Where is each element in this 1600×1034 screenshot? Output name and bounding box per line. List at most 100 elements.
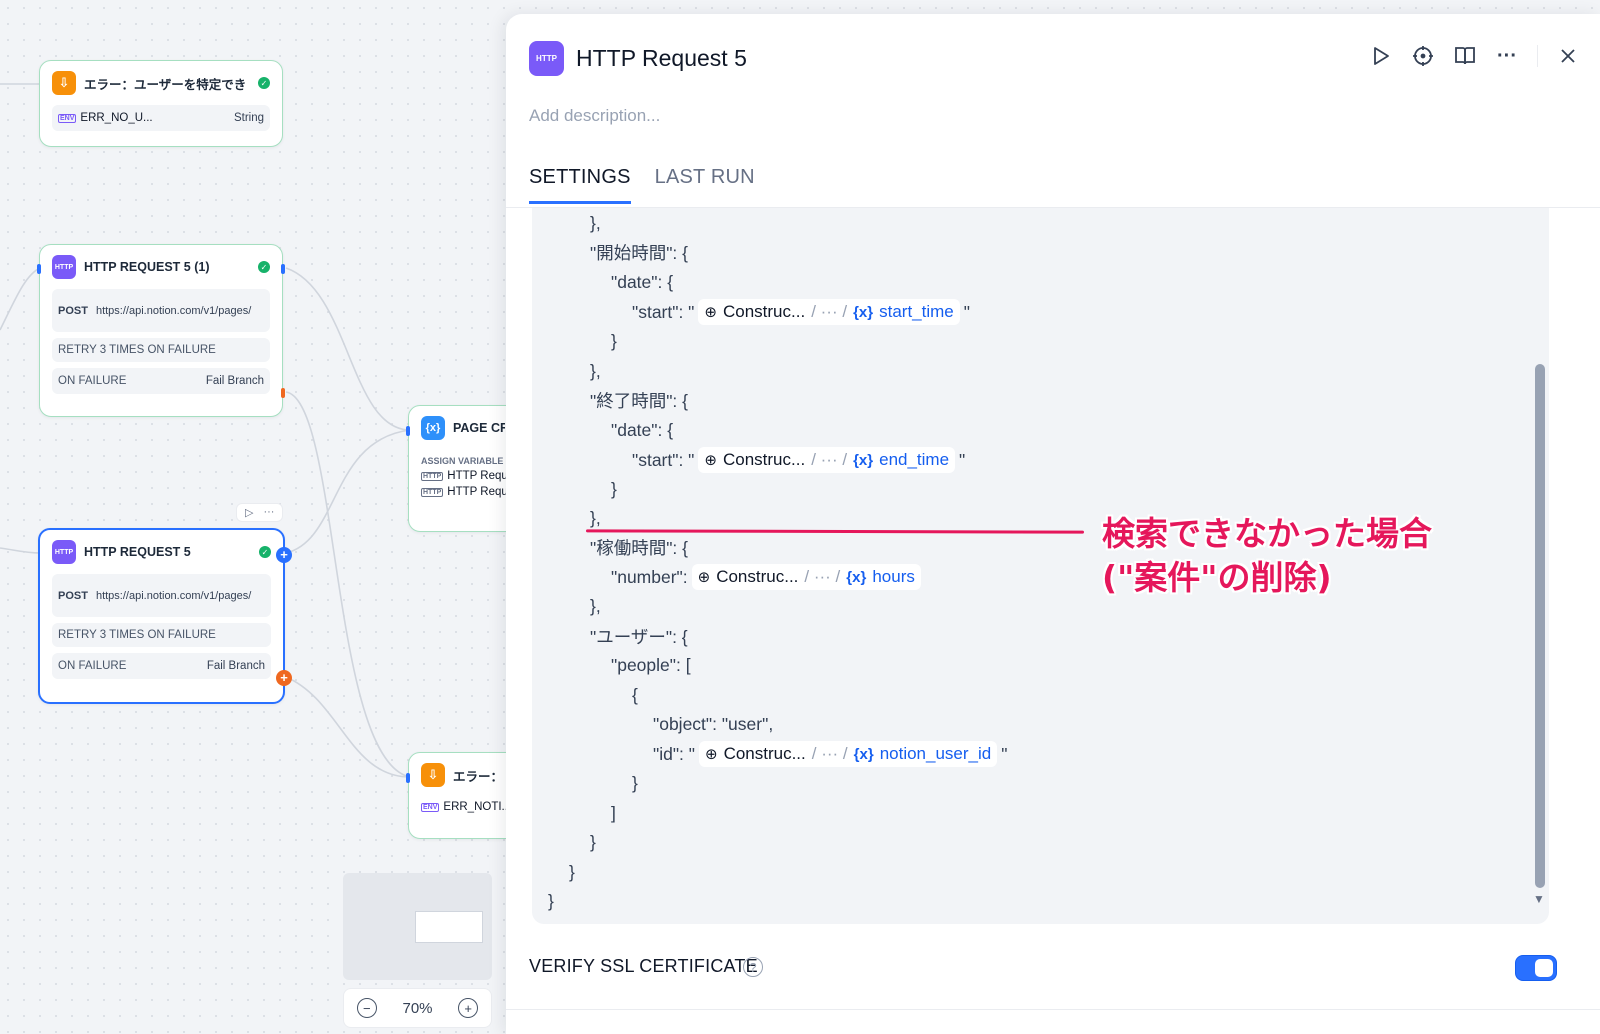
method-label: POST — [58, 589, 88, 602]
code-line: } — [569, 861, 575, 882]
code-line: } — [548, 890, 554, 911]
node-title: PAGE CR — [453, 421, 505, 435]
node-title: HTTP REQUEST 5 (1) — [84, 260, 210, 274]
on-failure-label: ON FAILURE — [58, 375, 127, 387]
editor-scrollbar[interactable] — [1535, 364, 1545, 888]
assigned-item: HTTP HTTP Requ — [421, 486, 508, 498]
pill-variable-name: start_time — [879, 302, 954, 321]
globe-icon: ⊕ — [697, 569, 711, 586]
more-options-icon[interactable]: ··· — [1495, 44, 1519, 68]
zoom-out-icon[interactable]: − — [356, 998, 377, 1018]
pill-node-name: Construc... — [722, 450, 806, 469]
http-request-5-node[interactable]: HTTP HTTP REQUEST 5 ✓ POST https://api.n… — [38, 528, 292, 704]
on-failure-row: ON FAILURE Fail Branch — [52, 368, 270, 394]
variable-reference-pill[interactable]: ⊕ Construc... / ··· / {x} start_time — [698, 299, 960, 325]
locate-node-icon[interactable] — [1411, 44, 1435, 68]
variable-icon: {x} — [853, 451, 874, 469]
code-text: " — [963, 301, 970, 322]
on-failure-value: Fail Branch — [206, 660, 265, 672]
pill-node-name: Construc... — [723, 744, 806, 763]
node-settings-panel: HTTP HTTP Request 5 ··· Add description.… — [506, 14, 1600, 1034]
close-icon[interactable] — [1556, 44, 1580, 68]
pill-node-name: Construc... — [722, 302, 806, 321]
scroll-down-icon[interactable]: ▼ — [1533, 892, 1545, 906]
code-line: "date": { — [611, 419, 674, 440]
description-input[interactable]: Add description... — [529, 106, 660, 126]
error-user-node[interactable]: ⇩ エラー：ユーザーを特定でき ✓ ENV ERR_NO_U... String — [39, 60, 283, 147]
input-handle[interactable] — [406, 426, 410, 436]
pill-variable-name: notion_user_id — [879, 744, 992, 763]
node-title: エラー：ユーザーを特定でき — [84, 77, 247, 92]
add-next-node-icon[interactable]: + — [276, 547, 292, 563]
variable-name: ERR_NO_U... — [80, 112, 153, 124]
minimap-viewport[interactable] — [415, 911, 483, 943]
code-line: "稼働時間": { — [590, 537, 688, 558]
code-text: "start": " — [632, 301, 695, 322]
error-notion-node[interactable]: ⇩ エラー： ENV ERR_NOTI... — [406, 752, 518, 839]
success-icon: ✓ — [259, 546, 271, 558]
code-line: "date": { — [611, 271, 674, 292]
more-icon[interactable]: ··· — [263, 506, 274, 519]
divider — [1537, 45, 1538, 67]
zoom-in-icon[interactable]: + — [458, 998, 479, 1018]
assign-variable-label: ASSIGN VARIABLE — [421, 456, 504, 466]
panel-title[interactable]: HTTP Request 5 — [576, 45, 747, 72]
tab-settings[interactable]: SETTINGS — [529, 166, 631, 204]
annotation-text: 検索できなかった場合 ("案件"の削除) — [1102, 514, 1432, 597]
tab-last-run[interactable]: LAST RUN — [655, 166, 755, 204]
globe-icon: ⊕ — [704, 452, 717, 469]
code-text: "number": — [611, 566, 688, 587]
pill-node-name: Construc... — [716, 567, 799, 586]
variable-icon: {x} — [853, 303, 874, 321]
zoom-level[interactable]: 70% — [402, 1000, 432, 1017]
page-create-node[interactable]: {x} PAGE CR ASSIGN VARIABLE HTTP HTTP Re… — [406, 405, 518, 532]
fail-branch-handle[interactable] — [281, 388, 285, 398]
success-icon: ✓ — [258, 261, 270, 273]
panel-actions: ··· — [1369, 44, 1580, 68]
variable-reference-pill[interactable]: ⊕ Construc... / ··· / {x} notion_user_id — [698, 741, 998, 767]
code-line: }, — [590, 212, 601, 233]
code-text: "id": " — [653, 743, 695, 764]
code-line: }, — [590, 595, 601, 616]
method-label: POST — [58, 304, 88, 317]
verify-ssl-toggle[interactable] — [1516, 956, 1556, 980]
variable-reference-pill[interactable]: ⊕ Construc... / ··· / {x} hours — [691, 564, 921, 590]
variable-icon: {x} — [853, 745, 874, 763]
minimap[interactable] — [343, 873, 492, 980]
pill-variable-name: hours — [872, 567, 915, 586]
run-node-icon[interactable]: ▷ — [245, 506, 253, 519]
code-line: } — [611, 330, 617, 351]
assigned-item: HTTP HTTP Requ — [421, 470, 508, 482]
variable-icon: {x} — [846, 568, 867, 586]
retry-text: RETRY 3 TIMES ON FAILURE — [58, 629, 216, 641]
code-line: { — [632, 684, 638, 705]
http-tag: HTTP — [421, 471, 444, 481]
input-handle[interactable] — [406, 773, 410, 783]
run-icon[interactable] — [1369, 44, 1393, 68]
item-label: HTTP Requ — [447, 470, 508, 482]
output-variable-row: ENV ERR_NOTI... — [421, 801, 511, 813]
node-mini-toolbar: ▷ ··· — [236, 503, 284, 522]
url-text: https://api.notion.com/v1/pages/ — [95, 589, 252, 602]
code-text: " — [959, 449, 966, 470]
on-failure-label: ON FAILURE — [58, 660, 127, 672]
variable-reference-pill[interactable]: ⊕ Construc... / ··· / {x} end_time — [698, 447, 956, 473]
node-title: エラー： — [453, 769, 504, 784]
end-icon: ⇩ — [421, 763, 445, 787]
output-handle[interactable] — [281, 264, 285, 274]
input-handle[interactable] — [37, 264, 41, 274]
help-icon[interactable]: ? — [743, 957, 763, 977]
pill-separator: / ··· / — [811, 744, 848, 763]
pill-separator: / ··· / — [811, 302, 848, 321]
code-text: "start": " — [632, 449, 695, 470]
code-line: "開始時間": { — [590, 242, 688, 263]
docs-book-icon[interactable] — [1453, 44, 1477, 68]
on-failure-value: Fail Branch — [205, 375, 264, 387]
on-failure-row: ON FAILURE Fail Branch — [52, 653, 271, 679]
add-fail-branch-icon[interactable]: + — [276, 670, 292, 686]
code-line: "object": "user", — [653, 713, 774, 734]
pill-variable-name: end_time — [879, 450, 950, 469]
output-variable-row: ENV ERR_NO_U... String — [52, 105, 270, 131]
code-text: " — [1001, 743, 1008, 764]
http-request-5-1-node[interactable]: HTTP HTTP REQUEST 5 (1) ✓ POST https://a… — [37, 244, 285, 417]
